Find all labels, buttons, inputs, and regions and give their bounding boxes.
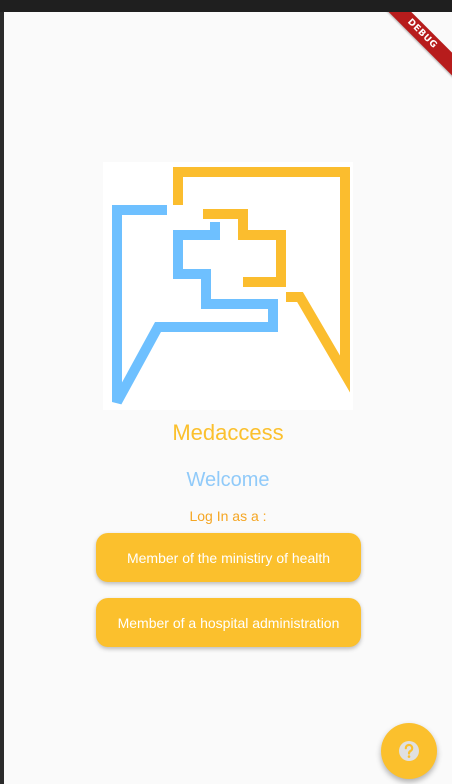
welcome-heading: Welcome xyxy=(186,469,270,491)
app-logo xyxy=(103,162,353,410)
debug-banner: DEBUG xyxy=(373,12,452,83)
app-title: Medaccess xyxy=(172,420,284,445)
status-bar xyxy=(0,0,452,12)
help-icon xyxy=(399,741,419,761)
login-as-label: Log In as a : xyxy=(189,508,267,524)
device-frame: DEBUG Medaccess Welcome Log In as a : Me… xyxy=(0,0,452,784)
medical-chat-logo-icon xyxy=(112,167,350,405)
help-fab-button[interactable] xyxy=(381,723,437,779)
ministry-member-button[interactable]: Member of the ministiry of health xyxy=(96,533,361,582)
hospital-admin-button[interactable]: Member of a hospital administration xyxy=(96,598,361,647)
app-screen: DEBUG Medaccess Welcome Log In as a : Me… xyxy=(4,12,452,784)
